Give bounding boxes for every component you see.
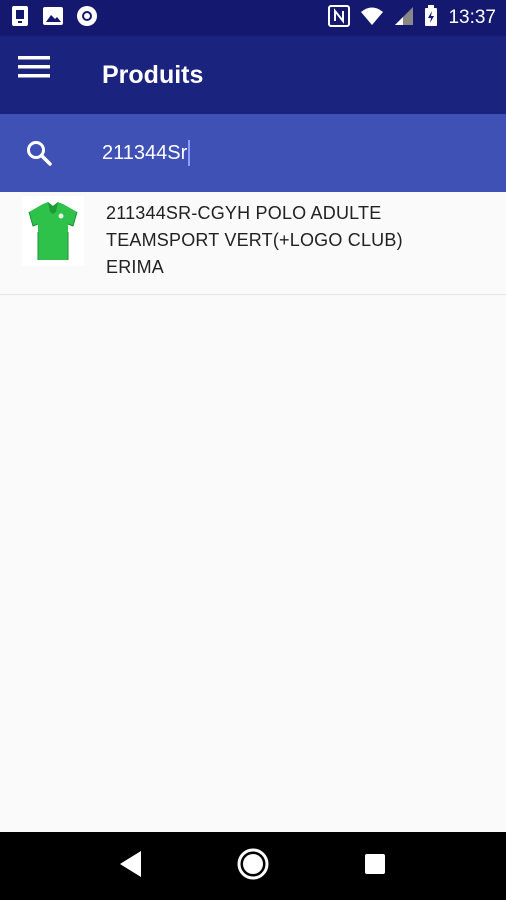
recents-icon	[363, 852, 387, 881]
text-cursor	[188, 140, 191, 166]
sim-app-icon	[10, 5, 30, 32]
product-line-2: TEAMSPORT VERT(+LOGO CLUB)	[106, 230, 403, 250]
hamburger-menu-icon	[18, 55, 50, 84]
status-bar: 13:37	[0, 0, 506, 36]
signal-icon	[394, 6, 414, 31]
status-right-icons: 13:37	[328, 4, 496, 32]
home-button[interactable]	[223, 836, 283, 896]
search-bar: 211344Sr	[0, 114, 506, 192]
status-time: 13:37	[448, 7, 496, 28]
product-label: 211344SR-CGYH POLO ADULTE TEAMSPORT VERT…	[106, 200, 403, 281]
navigation-bar	[0, 832, 506, 900]
image-icon	[42, 6, 64, 31]
app-bar: Produits	[0, 36, 506, 114]
back-button[interactable]	[101, 836, 161, 896]
search-icon[interactable]	[0, 140, 78, 166]
recents-button[interactable]	[345, 836, 405, 896]
menu-button[interactable]	[0, 36, 68, 102]
wifi-icon	[360, 6, 384, 31]
search-input[interactable]: 211344Sr	[102, 140, 191, 166]
product-line-1: 211344SR-CGYH POLO ADULTE	[106, 203, 382, 223]
home-icon	[236, 847, 270, 886]
battery-charging-icon	[424, 4, 438, 32]
product-thumbnail	[22, 196, 84, 266]
search-input-value: 211344Sr	[102, 141, 188, 164]
nfc-icon	[328, 4, 351, 32]
product-line-3: ERIMA	[106, 257, 165, 277]
page-title: Produits	[102, 60, 204, 89]
back-icon	[117, 849, 145, 884]
sync-circle-icon	[76, 5, 98, 32]
status-left-icons	[10, 5, 98, 32]
result-list: 211344SR-CGYH POLO ADULTE TEAMSPORT VERT…	[0, 192, 506, 295]
list-item[interactable]: 211344SR-CGYH POLO ADULTE TEAMSPORT VERT…	[0, 192, 506, 295]
